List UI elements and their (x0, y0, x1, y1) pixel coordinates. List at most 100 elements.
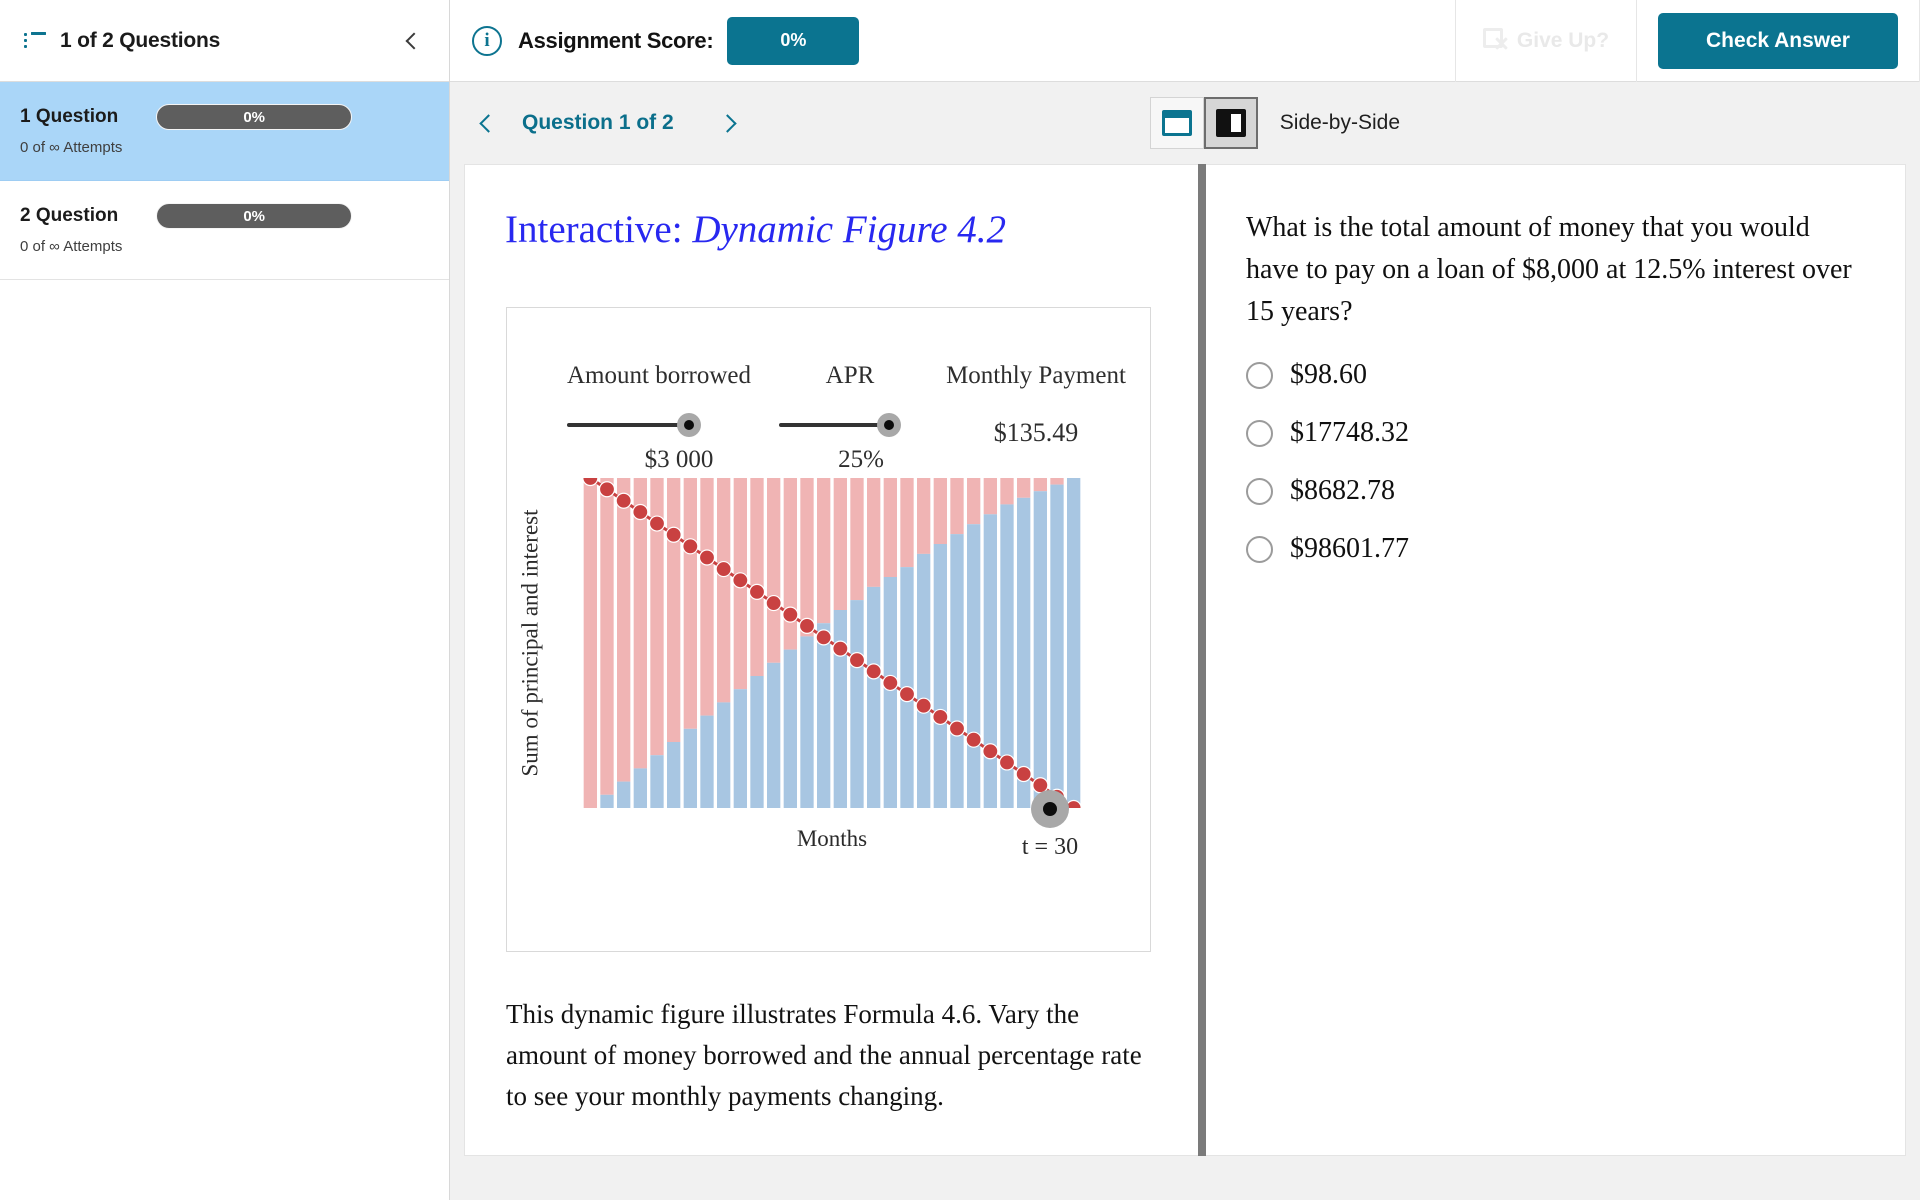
list-icon (24, 31, 46, 50)
slider-knob[interactable] (877, 413, 901, 437)
radio-button-icon[interactable] (1246, 477, 1273, 505)
sidebar-item-label: 1 Question (20, 106, 119, 127)
panel-splitter-handle[interactable] (1198, 164, 1206, 1156)
question-nav-title: Question 1 of 2 (522, 111, 674, 134)
chart-bar-principal (617, 781, 631, 808)
answer-choice-label: $8682.78 (1290, 475, 1395, 506)
check-answer-button[interactable]: Check Answer (1658, 12, 1898, 69)
answer-choice-4[interactable]: $98601.77 (1246, 533, 1905, 565)
radio-button-icon[interactable] (1246, 419, 1273, 447)
control-monthly-payment: Monthly Payment $135.49 (921, 362, 1151, 448)
chart-bar-interest (983, 478, 997, 515)
sidebar-collapse-button[interactable] (401, 26, 427, 56)
chart-bar-interest (767, 478, 781, 663)
chart-balance-point (815, 629, 832, 646)
info-icon[interactable]: i (472, 25, 502, 56)
sidebar-item-question-2[interactable]: 2 Question 0% 0 of ∞ Attempts (0, 181, 449, 280)
chart-balance-point (832, 640, 849, 657)
chart-bar-interest (867, 478, 881, 587)
chart-bar-interest (1017, 478, 1031, 498)
radio-button-icon[interactable] (1246, 535, 1273, 563)
chart-bar-principal (733, 689, 747, 808)
chart-bar-principal (983, 514, 997, 808)
control-label: Amount borrowed (567, 362, 751, 389)
give-up-button[interactable]: Give Up? (1455, 0, 1637, 82)
chart-bar-principal (1050, 484, 1064, 808)
tab-single-pane-view[interactable] (1149, 97, 1204, 149)
chart-bar-principal (633, 768, 647, 808)
assignment-score-value: 0% (727, 16, 860, 65)
answer-choice-2[interactable]: $17748.32 (1246, 417, 1905, 449)
chart-balance-point (698, 549, 716, 566)
chart-bar-interest (800, 478, 814, 637)
chart-balance-point (915, 697, 932, 714)
chart-bar-principal (717, 702, 731, 808)
question-panel: What is the total amount of money that y… (1206, 164, 1906, 1156)
radio-button-icon[interactable] (1246, 361, 1273, 389)
answer-choice-label: $98601.77 (1290, 533, 1409, 564)
chart-bar-interest (933, 478, 947, 544)
chart-balance-point (998, 754, 1016, 771)
question-nav-strip: Question 1 of 2 Side-by-Side (450, 82, 1920, 164)
square-x-icon (1482, 27, 1509, 54)
chart-bar-principal (1067, 478, 1081, 808)
chart-bar-principal (933, 544, 947, 808)
check-answer-container: Check Answer (1637, 0, 1920, 82)
chart-balance-point (782, 606, 799, 623)
chart-bar-principal (917, 553, 931, 808)
chart-balance-point (732, 572, 749, 589)
tab-side-by-side-view[interactable] (1203, 97, 1258, 149)
page-title: Interactive: Dynamic Figure 4.2 (505, 207, 1198, 252)
chart-balance-point (682, 538, 699, 555)
chart-bar-interest (917, 478, 931, 554)
next-question-button[interactable] (710, 105, 746, 141)
answer-choice-label: $17748.32 (1290, 417, 1409, 448)
control-label: Monthly Payment (946, 362, 1126, 389)
chart-bar-principal (683, 728, 697, 808)
chart-bar-interest (1033, 478, 1047, 492)
chart-bar-principal (850, 600, 864, 808)
chart-bar-interest (850, 478, 864, 601)
chart-balance-point (665, 526, 682, 543)
figure-plot-area: Sum of principal and interest Months t =… (507, 478, 1152, 898)
chart-balance-point (932, 708, 949, 726)
amount-borrowed-slider[interactable] (549, 410, 769, 440)
chart-balance-point (882, 674, 899, 692)
chart-balance-point (965, 731, 982, 748)
chart-bar-interest (600, 478, 614, 795)
chart-balance-point (648, 515, 666, 532)
time-slider-handle[interactable] (1031, 790, 1069, 828)
chart-bar-interest (700, 478, 714, 716)
chart-bar-principal (650, 755, 664, 808)
single-pane-icon (1161, 110, 1192, 136)
sidebar-item-row: 2 Question 0% (20, 203, 425, 229)
chart-balance-point (865, 663, 882, 680)
chart-bar-interest (1050, 478, 1064, 485)
sidebar-item-row: 1 Question 0% (20, 104, 425, 130)
chart-bar-interest (883, 478, 897, 577)
chart-balance-point (798, 617, 816, 634)
chart-balance-point (748, 583, 766, 600)
chart-bar-principal (883, 577, 897, 808)
chart-balance-point (948, 720, 966, 737)
sidebar-item-question-1[interactable]: 1 Question 0% 0 of ∞ Attempts (0, 82, 449, 181)
chart-bar-interest (783, 478, 797, 650)
chart-balance-point (1015, 765, 1032, 783)
view-mode-toggle-group: Side-by-Side (1149, 97, 1400, 149)
slider-knob[interactable] (677, 413, 701, 437)
chart-bar-interest (1000, 478, 1014, 505)
answer-choice-3[interactable]: $8682.78 (1246, 475, 1905, 507)
chart-balance-point (765, 594, 782, 612)
interactive-figure-panel: Interactive: Dynamic Figure 4.2 Amount b… (464, 164, 1198, 1156)
prev-question-button[interactable] (470, 105, 506, 141)
answer-choice-1[interactable]: $98.60 (1246, 359, 1905, 391)
chart-bar-principal (800, 636, 814, 808)
chart-bar-principal (667, 742, 681, 808)
chart-bar-principal (1017, 497, 1031, 808)
chart-bar-principal (750, 676, 764, 808)
chart-bar-interest (750, 478, 764, 676)
sidebar-title: 1 of 2 Questions (60, 28, 221, 52)
chart-balance-point (715, 560, 732, 578)
apr-slider[interactable] (765, 410, 935, 440)
give-up-label: Give Up? (1516, 28, 1610, 52)
